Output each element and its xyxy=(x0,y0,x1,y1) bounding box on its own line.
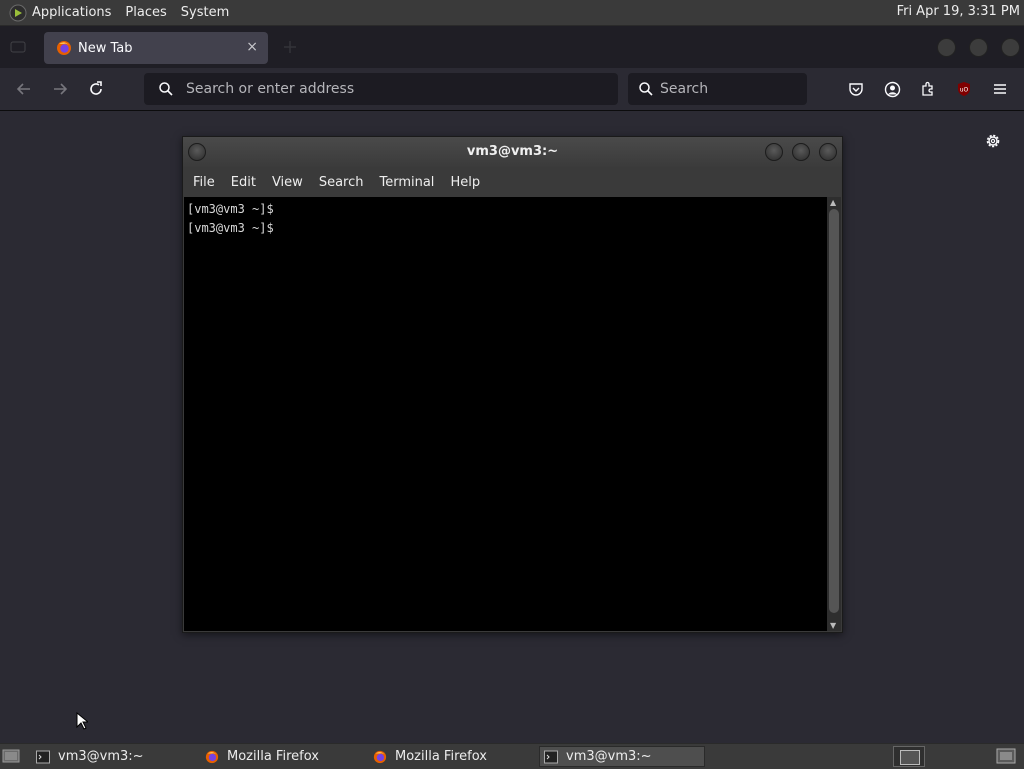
terminal-title: vm3@vm3:~ xyxy=(466,144,559,159)
terminal-line: [vm3@vm3 ~]$ xyxy=(187,202,274,216)
task-label: vm3@vm3:~ xyxy=(566,749,652,764)
scroll-up-icon[interactable]: ▲ xyxy=(830,198,836,207)
gear-icon[interactable] xyxy=(984,132,1002,150)
firefox-view-icon[interactable] xyxy=(10,39,26,55)
taskbar-task-firefox[interactable]: Mozilla Firefox xyxy=(373,746,533,767)
terminal-scrollbar[interactable]: ▲ ▼ xyxy=(827,197,841,631)
scrollbar-thumb[interactable] xyxy=(829,209,839,613)
url-bar[interactable]: Search or enter address xyxy=(144,73,618,105)
taskbar-task-terminal-active[interactable]: vm3@vm3:~ xyxy=(539,746,705,767)
menu-help[interactable]: Help xyxy=(450,175,480,190)
menu-terminal[interactable]: Terminal xyxy=(379,175,434,190)
taskbar-task-terminal[interactable]: vm3@vm3:~ xyxy=(36,746,196,767)
distro-logo-icon[interactable] xyxy=(8,3,28,23)
reload-icon[interactable] xyxy=(87,80,105,98)
menu-view[interactable]: View xyxy=(272,175,303,190)
extensions-icon[interactable] xyxy=(919,80,937,98)
ublock-origin-icon[interactable]: uO xyxy=(955,80,973,98)
places-menu[interactable]: Places xyxy=(125,5,166,20)
clock[interactable]: Fri Apr 19, 3:31 PM xyxy=(897,4,1020,19)
bottom-panel: vm3@vm3:~ Mozilla Firefox Mozilla Firefo… xyxy=(0,743,1024,769)
terminal-line: [vm3@vm3 ~]$ xyxy=(187,221,274,235)
terminal-icon xyxy=(36,750,50,763)
system-menu[interactable]: System xyxy=(181,5,229,20)
tab-close-icon[interactable]: × xyxy=(246,39,258,55)
hamburger-menu-icon[interactable] xyxy=(991,80,1009,98)
firefox-icon xyxy=(373,750,387,763)
firefox-icon xyxy=(205,750,219,763)
task-label: Mozilla Firefox xyxy=(395,749,487,764)
firefox-icon xyxy=(57,41,71,55)
menu-search[interactable]: Search xyxy=(319,175,364,190)
pocket-icon[interactable] xyxy=(847,80,865,98)
mouse-cursor-icon xyxy=(76,711,90,734)
maximize-button[interactable] xyxy=(969,38,988,57)
search-icon xyxy=(159,82,173,96)
maximize-button[interactable] xyxy=(792,143,810,161)
menu-edit[interactable]: Edit xyxy=(231,175,256,190)
applications-menu[interactable]: Applications xyxy=(32,5,111,20)
tab-title: New Tab xyxy=(78,40,133,56)
taskbar-task-firefox[interactable]: Mozilla Firefox xyxy=(205,746,365,767)
minimize-button[interactable] xyxy=(765,143,783,161)
search-placeholder: Search xyxy=(660,81,709,97)
search-icon xyxy=(639,82,653,96)
firefox-nav-bar: Search or enter address Search uO xyxy=(0,68,1024,111)
firefox-tab-bar: New Tab × xyxy=(0,26,1024,68)
terminal-output[interactable]: [vm3@vm3 ~]$ [vm3@vm3 ~]$ xyxy=(184,197,827,631)
window-menu-button[interactable] xyxy=(188,143,206,161)
terminal-window: vm3@vm3:~ File Edit View Search Terminal… xyxy=(182,136,843,633)
forward-arrow-icon[interactable] xyxy=(51,80,69,98)
close-button[interactable] xyxy=(819,143,837,161)
top-panel: Applications Places System Fri Apr 19, 3… xyxy=(0,0,1024,26)
svg-text:uO: uO xyxy=(960,87,969,94)
back-arrow-icon[interactable] xyxy=(15,80,33,98)
terminal-title-bar[interactable]: vm3@vm3:~ xyxy=(183,137,842,167)
workspace-switcher[interactable] xyxy=(893,746,925,767)
new-tab-button[interactable] xyxy=(282,39,298,55)
url-placeholder: Search or enter address xyxy=(186,81,355,97)
tab-new-tab[interactable]: New Tab × xyxy=(44,32,268,64)
menu-file[interactable]: File xyxy=(193,175,215,190)
trash-icon[interactable] xyxy=(996,748,1016,765)
task-label: Mozilla Firefox xyxy=(227,749,319,764)
task-label: vm3@vm3:~ xyxy=(58,749,144,764)
minimize-button[interactable] xyxy=(937,38,956,57)
account-icon[interactable] xyxy=(883,80,901,98)
scroll-down-icon[interactable]: ▼ xyxy=(830,621,836,630)
close-button[interactable] xyxy=(1001,38,1020,57)
terminal-menu-bar: File Edit View Search Terminal Help xyxy=(183,167,842,197)
terminal-icon xyxy=(544,750,558,763)
search-bar[interactable]: Search xyxy=(628,73,807,105)
show-desktop-icon[interactable] xyxy=(2,749,20,764)
